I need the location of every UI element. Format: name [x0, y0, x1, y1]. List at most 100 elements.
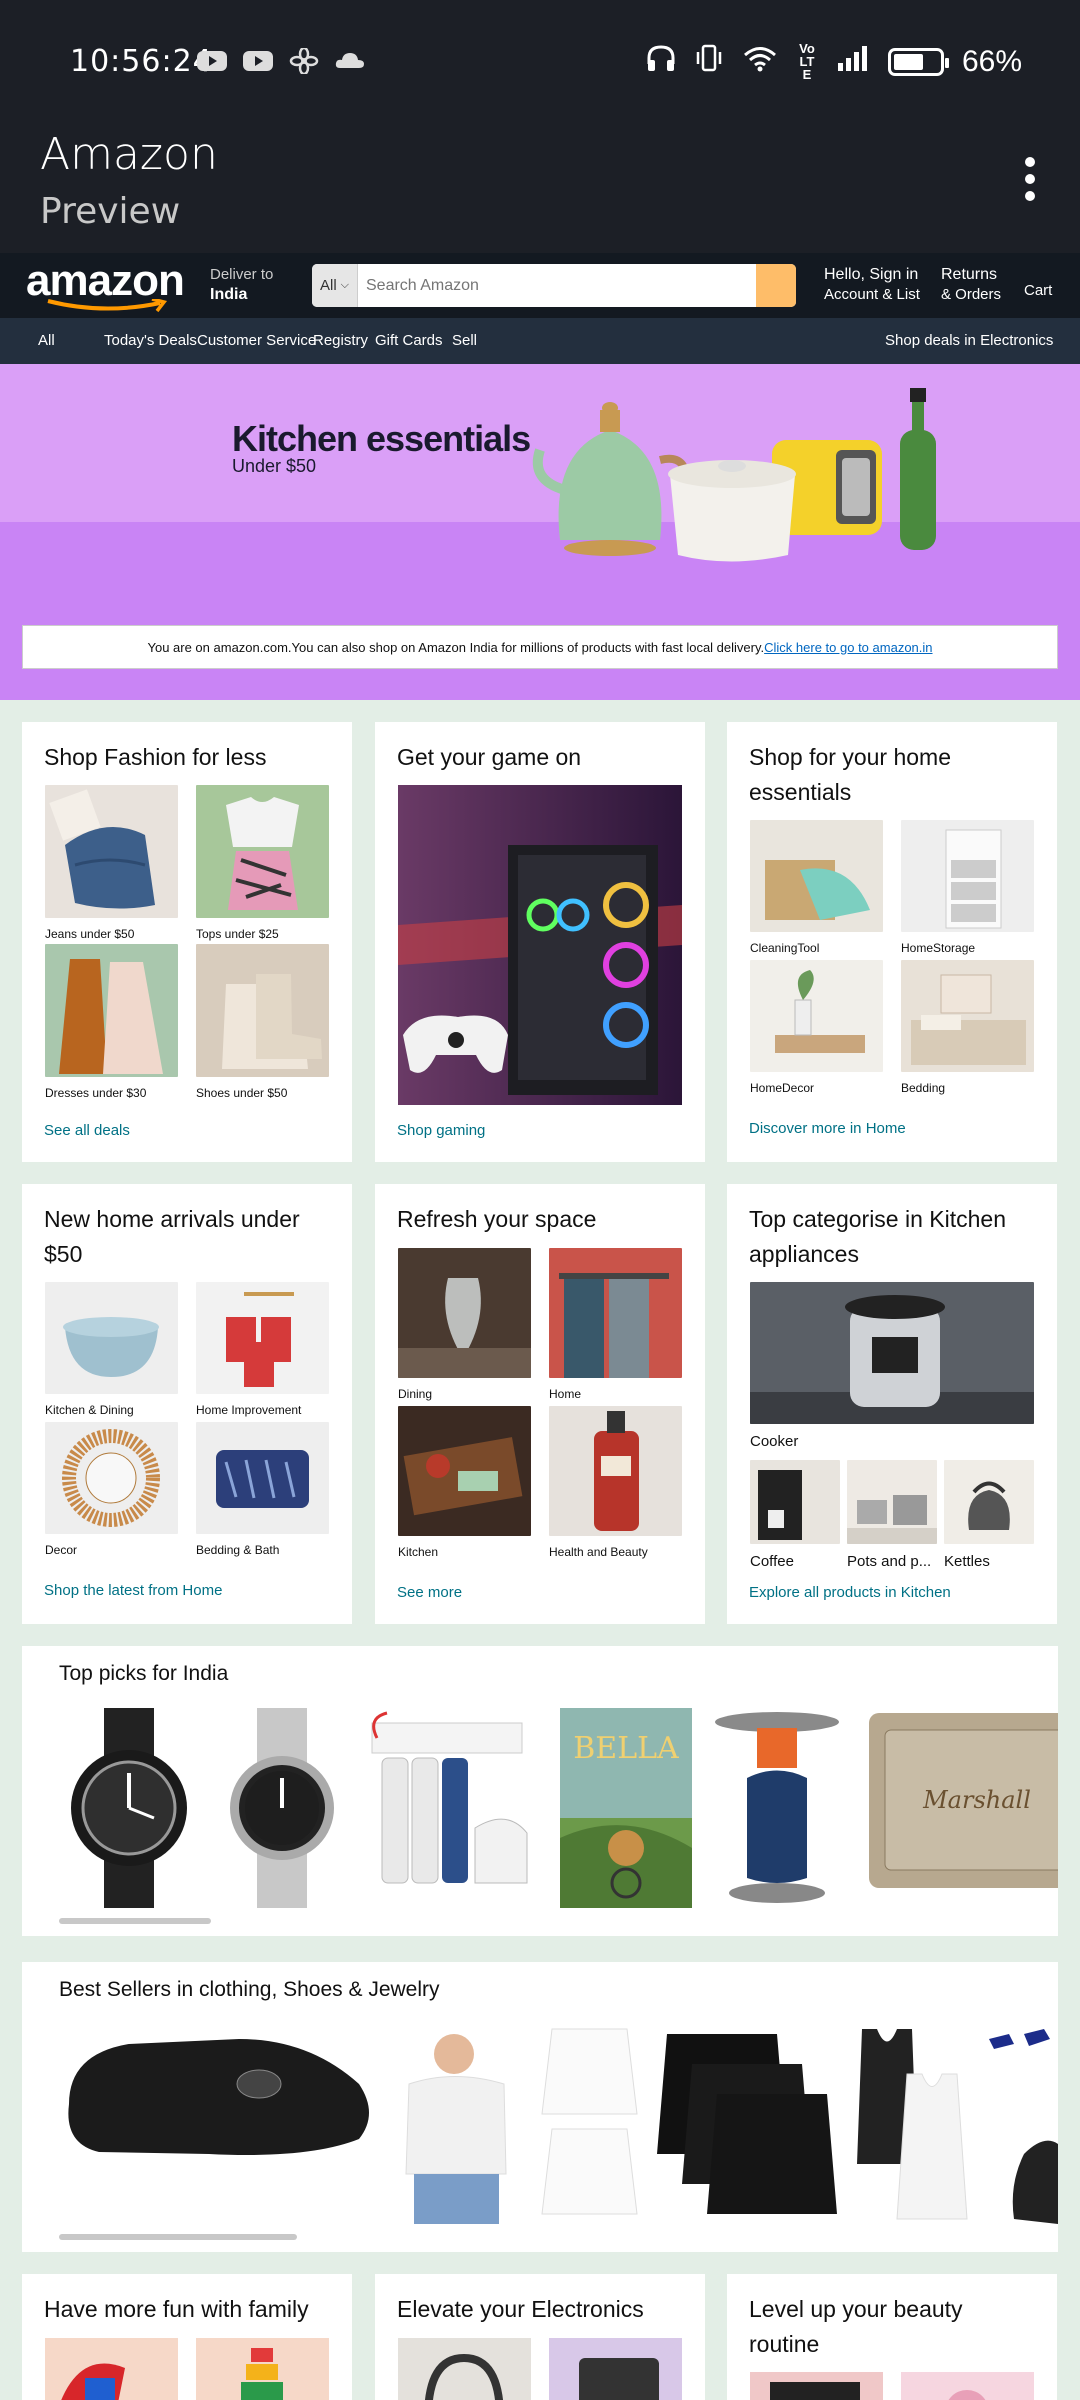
- notice-link[interactable]: Click here to go to amazon.in: [764, 640, 932, 655]
- subnav-promo-link[interactable]: Shop deals in Electronics: [885, 332, 1053, 349]
- amazon-logo-text: amazon: [26, 256, 185, 305]
- tile-caption: Bedding & Bath: [196, 1543, 280, 1557]
- returns-orders-link[interactable]: Returns & Orders: [941, 265, 1001, 305]
- tile-pots-pans[interactable]: Pots and p...: [847, 1460, 937, 1570]
- tile-kitchen[interactable]: Kitchen: [398, 1406, 531, 1559]
- product-book-bella[interactable]: BELLA: [560, 1708, 692, 1908]
- carousel-title: Top picks for India: [59, 1662, 229, 1685]
- see-all-deals-link[interactable]: See all deals: [44, 1122, 130, 1139]
- product-tshirt-pack-black[interactable]: [657, 2024, 842, 2224]
- subnav-sell[interactable]: Sell: [452, 332, 477, 349]
- card-title: Get your game on: [397, 744, 582, 770]
- jeans-image: [45, 785, 178, 918]
- subnav-todays-deals[interactable]: Today's Deals: [104, 332, 197, 349]
- tile-caption: CleaningTool: [750, 941, 820, 955]
- cart-link[interactable]: Cart: [1024, 281, 1052, 301]
- carousel-scrollbar[interactable]: [59, 1918, 211, 1924]
- deliver-label: Deliver to: [210, 266, 274, 283]
- amazon-nav-bar: amazon Deliver to India All⌵ Hello, Sign…: [0, 253, 1080, 318]
- more-options-icon[interactable]: [1020, 157, 1040, 201]
- kitchen-products-image: [532, 388, 936, 562]
- bedding-image: [901, 960, 1034, 1072]
- tile-kitchen-dining[interactable]: Kitchen & Dining: [45, 1282, 178, 1417]
- tile-kettles[interactable]: Kettles: [944, 1460, 1034, 1570]
- tile-bedding[interactable]: Bedding: [901, 960, 1034, 1095]
- product-speaker[interactable]: Marshall: [867, 1708, 1058, 1898]
- system-icons: VoLTE 66%: [646, 42, 1022, 81]
- search-input[interactable]: [358, 264, 756, 307]
- tile-home-improvement[interactable]: Home Improvement: [196, 1282, 329, 1417]
- subnav-customer-service[interactable]: Customer Service: [197, 332, 316, 349]
- search-scope-select[interactable]: All ⌵: [312, 264, 358, 307]
- best-sellers-carousel: Best Sellers in clothing, Shoes & Jewelr…: [22, 1962, 1058, 2252]
- subnav-all[interactable]: All: [38, 332, 55, 349]
- tile-coffee[interactable]: Coffee: [750, 1460, 840, 1570]
- tile-dining[interactable]: Dining: [398, 1248, 531, 1401]
- tile-tops[interactable]: Tops under $25: [196, 785, 329, 941]
- chevron-down-icon: ⌵: [340, 279, 349, 291]
- hero-subtitle: Under $50: [232, 456, 317, 476]
- product-tshirt-pack-white[interactable]: [532, 2024, 647, 2224]
- returns-line1: Returns: [941, 266, 998, 283]
- amazon-sub-nav: All Today's Deals Customer Service Regis…: [0, 318, 1080, 364]
- card-title: Shop for your home essentials: [749, 744, 952, 805]
- notice-banner: You are on amazon.com.You can also shop …: [22, 625, 1058, 669]
- amazon-smile-icon: [47, 299, 168, 313]
- shop-gaming-link[interactable]: Shop gaming: [397, 1122, 485, 1139]
- see-more-link[interactable]: See more: [397, 1584, 462, 1601]
- subnav-gift-cards[interactable]: Gift Cards: [375, 332, 443, 349]
- tile-home[interactable]: Home: [549, 1248, 682, 1401]
- tile-caption: Dresses under $30: [45, 1086, 147, 1100]
- tile-dresses[interactable]: Dresses under $30: [45, 944, 178, 1100]
- product-patio-heater[interactable]: [707, 1708, 847, 1908]
- tile-cleaning-tool[interactable]: CleaningTool: [750, 820, 883, 955]
- discover-home-link[interactable]: Discover more in Home: [749, 1120, 906, 1137]
- tile-home-storage[interactable]: HomeStorage: [901, 820, 1034, 955]
- stacking-toy-image[interactable]: [196, 2338, 329, 2400]
- product-water-purifier[interactable]: [357, 1708, 532, 1908]
- tile-health-beauty[interactable]: Health and Beauty: [549, 1406, 682, 1559]
- product-tank-tops[interactable]: [857, 2024, 977, 2224]
- card-home-essentials: Shop for your home essentials CleaningTo…: [727, 722, 1057, 1162]
- tile-home-decor[interactable]: HomeDecor: [750, 960, 883, 1095]
- subnav-registry[interactable]: Registry: [313, 332, 368, 349]
- tile-decor[interactable]: Decor: [45, 1422, 178, 1557]
- shop-latest-home-link[interactable]: Shop the latest from Home: [44, 1582, 222, 1599]
- family-toy-image[interactable]: [45, 2338, 178, 2400]
- pots-pans-image: [847, 1460, 937, 1544]
- product-socks[interactable]: [984, 2024, 1058, 2224]
- product-clogs[interactable]: [59, 2024, 379, 2164]
- card-title: New home arrivals under $50: [44, 1206, 300, 1267]
- amazon-logo[interactable]: amazon: [26, 256, 185, 313]
- tile-bedding-bath[interactable]: Bedding & Bath: [196, 1422, 329, 1557]
- account-lists-link[interactable]: Hello, Sign in Account & List: [824, 265, 920, 305]
- headphones-image[interactable]: [398, 2338, 531, 2400]
- hero-banner[interactable]: Kitchen essentials Under $50 You are on …: [0, 364, 1080, 700]
- carousel-scrollbar[interactable]: [59, 2234, 297, 2240]
- signal-icon: [836, 44, 870, 80]
- headphones-icon: [646, 44, 676, 80]
- battery-percent: 66%: [961, 44, 1022, 78]
- product-watch-silver[interactable]: [222, 1708, 342, 1908]
- card-gaming: Get your game on Shop gaming: [375, 722, 705, 1162]
- product-watch-black[interactable]: [59, 1708, 199, 1908]
- tile-shoes[interactable]: Shoes under $50: [196, 944, 329, 1100]
- beauty-product-image[interactable]: [750, 2372, 883, 2400]
- tile-caption: Kitchen: [398, 1545, 439, 1559]
- tile-jeans[interactable]: Jeans under $50: [45, 785, 178, 941]
- top-picks-carousel: Top picks for India BELLA Marshall: [22, 1646, 1058, 1936]
- tile-caption: HomeDecor: [750, 1081, 815, 1095]
- search-button[interactable]: [756, 264, 796, 307]
- coffee-image: [750, 1460, 840, 1544]
- tile-caption: Home Improvement: [196, 1403, 302, 1417]
- explore-kitchen-link[interactable]: Explore all products in Kitchen: [749, 1584, 951, 1601]
- tile-caption: HomeStorage: [901, 941, 976, 955]
- tile-cooker[interactable]: Cooker: [750, 1282, 1034, 1450]
- deliver-to[interactable]: Deliver to India: [210, 265, 273, 305]
- shoes-image: [196, 944, 329, 1077]
- status-bar: 10:56:24 VoLTE 66%: [0, 0, 1080, 125]
- tablet-image[interactable]: [549, 2338, 682, 2400]
- product-tshirt-white[interactable]: [394, 2024, 519, 2224]
- beauty-product-image[interactable]: [901, 2372, 1034, 2400]
- gaming-pc-image[interactable]: [398, 785, 682, 1105]
